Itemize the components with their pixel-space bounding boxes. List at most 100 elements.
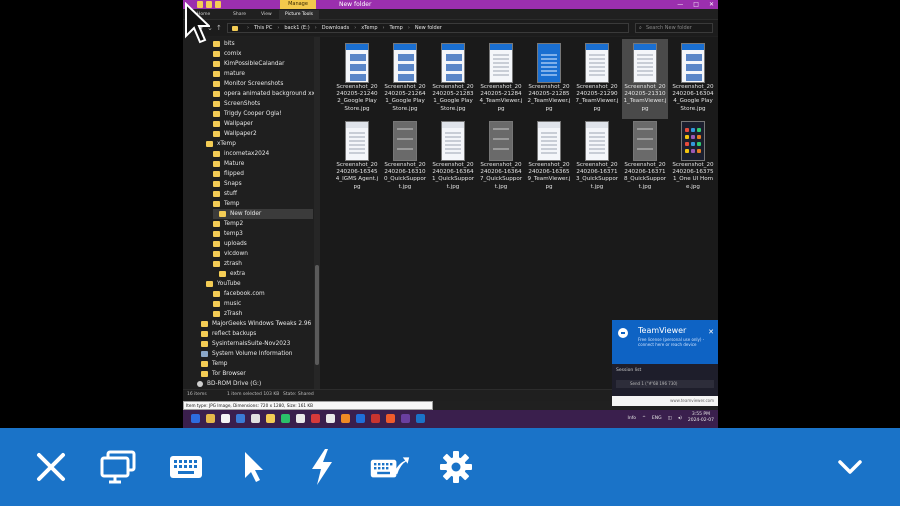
nav-item[interactable]: ScreenShots <box>213 99 260 109</box>
nav-item[interactable]: comix <box>213 49 241 59</box>
file-tile[interactable]: Screenshot_20240205-212844_TeamViewer.jp… <box>478 39 524 119</box>
nav-item[interactable]: KimPossibleCalandar <box>213 59 284 69</box>
nav-item[interactable]: System Volume Information <box>201 349 292 359</box>
breadcrumb-this-pc[interactable]: This PC <box>254 25 272 31</box>
nav-item[interactable]: ztrash <box>213 259 242 269</box>
teamviewer-app-icon[interactable] <box>416 414 425 423</box>
network-icon[interactable]: ◫ <box>668 416 672 421</box>
app-icon[interactable] <box>236 414 245 423</box>
file-tile[interactable]: Screenshot_20240206-163751_One UI Home.j… <box>670 117 716 197</box>
app-icon[interactable] <box>281 414 290 423</box>
breadcrumb-temp[interactable]: Temp <box>390 25 403 31</box>
nav-item[interactable]: vlcdown <box>213 249 248 259</box>
app-icon[interactable] <box>251 414 260 423</box>
file-tile[interactable]: Screenshot_20240206-163100_QuickSupport.… <box>382 117 428 197</box>
nav-item[interactable]: bits <box>213 39 235 49</box>
app-icon[interactable] <box>401 414 410 423</box>
nav-item[interactable]: Temp <box>213 199 239 209</box>
nav-item[interactable]: flipped <box>213 169 244 179</box>
explorer-app-icon[interactable] <box>266 414 275 423</box>
app-icon[interactable] <box>296 414 305 423</box>
firefox-icon[interactable] <box>341 414 350 423</box>
file-tile[interactable]: Screenshot_20240206-163641_QuickSupport.… <box>430 117 476 197</box>
nav-item[interactable]: Mature <box>213 159 244 169</box>
actions-button[interactable] <box>302 447 342 487</box>
brave-icon[interactable] <box>386 414 395 423</box>
teamviewer-footer[interactable]: www.teamviewer.com <box>612 396 718 406</box>
new-folder-icon[interactable] <box>215 1 221 8</box>
close-window-button[interactable]: ✕ <box>709 0 714 9</box>
opera-icon[interactable] <box>371 414 380 423</box>
nav-item[interactable]: music <box>213 299 241 309</box>
tray-chevron-icon[interactable]: ^ <box>642 416 646 421</box>
clock[interactable]: 3:55 PM 2024-02-07 <box>688 412 714 424</box>
file-tile[interactable]: Screenshot_20240205-212907_TeamViewer.jp… <box>574 39 620 119</box>
session-list-label[interactable]: Session list <box>616 368 641 373</box>
nav-item[interactable]: Trigdy Cooper Ogla! <box>213 109 282 119</box>
settings-button[interactable] <box>436 447 476 487</box>
nav-item[interactable]: mature <box>213 69 245 79</box>
nav-item[interactable]: reflect backups <box>201 329 256 339</box>
nav-item[interactable]: opera animated background xxx <box>213 89 314 99</box>
nav-item[interactable]: Wallpaper <box>213 119 253 129</box>
remote-desktop-screen[interactable]: Manage New folder — □ ✕ Home Share View … <box>183 0 718 428</box>
nav-item[interactable]: stuff <box>213 189 237 199</box>
file-tile[interactable]: Screenshot_20240206-163647_QuickSupport.… <box>478 117 524 197</box>
tab-picture-tools[interactable]: Picture Tools <box>279 10 319 19</box>
address-field[interactable]: › This PC › back1 (E:) › Downloads › xTe… <box>227 23 629 33</box>
nav-item[interactable]: zTrash <box>213 309 242 319</box>
nav-item[interactable]: incometax2024 <box>213 149 269 159</box>
nav-item[interactable]: YouTube <box>206 279 241 289</box>
nav-item[interactable]: temp3 <box>213 229 243 239</box>
file-tile[interactable]: Screenshot_20240206-163718_QuickSupport.… <box>622 117 668 197</box>
breadcrumb-drive[interactable]: back1 (E:) <box>284 25 309 31</box>
tab-view[interactable]: View <box>261 10 272 19</box>
mouse-mode-button[interactable] <box>234 447 274 487</box>
nav-item[interactable]: MajorGeeks Windows Tweaks 2.96 <box>201 319 311 329</box>
file-tile[interactable]: Screenshot_20240206-163044_Google Play S… <box>670 39 716 119</box>
nav-item[interactable]: Monitor Screenshots <box>213 79 283 89</box>
nav-item[interactable]: BD-ROM Drive (G:) <box>197 379 261 389</box>
nav-item[interactable]: Temp <box>201 359 227 369</box>
breadcrumb-new-folder[interactable]: New folder <box>415 25 442 31</box>
app-icon[interactable] <box>221 414 230 423</box>
app-icon[interactable] <box>356 414 365 423</box>
file-tile[interactable]: Screenshot_20240205-212402_Google Play S… <box>334 39 380 119</box>
nav-item[interactable]: Wallpaper2 <box>213 129 257 139</box>
file-tile[interactable]: Screenshot_20240206-163454_IGMS Agent.jp… <box>334 117 380 197</box>
up-arrow-icon[interactable]: ↑ <box>216 24 222 32</box>
file-tile[interactable]: Screenshot_20240205-213101_TeamViewer.jp… <box>622 39 668 119</box>
manage-tab[interactable]: Manage <box>280 0 316 9</box>
special-keys-button[interactable] <box>370 447 410 487</box>
volume-icon[interactable]: ◂) <box>678 416 682 421</box>
file-tile[interactable]: Screenshot_20240205-212831_Google Play S… <box>430 39 476 119</box>
app-icon[interactable] <box>206 414 215 423</box>
nav-item[interactable]: New folder <box>213 209 313 219</box>
nav-item[interactable]: facebook.com <box>213 289 265 299</box>
breadcrumb-xtemp[interactable]: xTemp <box>361 25 377 31</box>
nav-item[interactable]: xTemp <box>206 139 236 149</box>
nav-item[interactable]: Tor Browser <box>201 369 246 379</box>
tab-share[interactable]: Share <box>233 10 246 19</box>
switch-monitor-button[interactable] <box>98 447 138 487</box>
keyboard-button[interactable] <box>166 447 206 487</box>
start-icon[interactable] <box>191 414 200 423</box>
nav-item[interactable]: extra <box>219 269 245 279</box>
breadcrumb-downloads[interactable]: Downloads <box>322 25 349 31</box>
search-input[interactable]: ⌕ Search New folder <box>635 23 713 33</box>
hide-toolbar-button[interactable] <box>830 447 870 487</box>
maximize-button[interactable]: □ <box>693 0 699 9</box>
navigation-pane[interactable]: bits comix KimPossibleCalandar mature Monito… <box>183 37 314 389</box>
nav-item[interactable]: Temp2 <box>213 219 243 229</box>
session-row[interactable]: Send 1 ("#'68 196 730) <box>616 380 714 388</box>
nav-item[interactable]: uploads <box>213 239 247 249</box>
scrollbar-thumb[interactable] <box>315 265 319 365</box>
language-indicator[interactable]: ENG <box>652 416 662 421</box>
file-tile[interactable]: Screenshot_20240206-163659_TeamViewer.jp… <box>526 117 572 197</box>
file-tile[interactable]: Screenshot_20240205-212641_Google Play S… <box>382 39 428 119</box>
nav-item[interactable]: Snaps <box>213 179 242 189</box>
close-icon[interactable]: ✕ <box>708 328 714 336</box>
app-icon[interactable] <box>326 414 335 423</box>
disconnect-button[interactable] <box>31 447 71 487</box>
minimize-button[interactable]: — <box>677 0 683 9</box>
